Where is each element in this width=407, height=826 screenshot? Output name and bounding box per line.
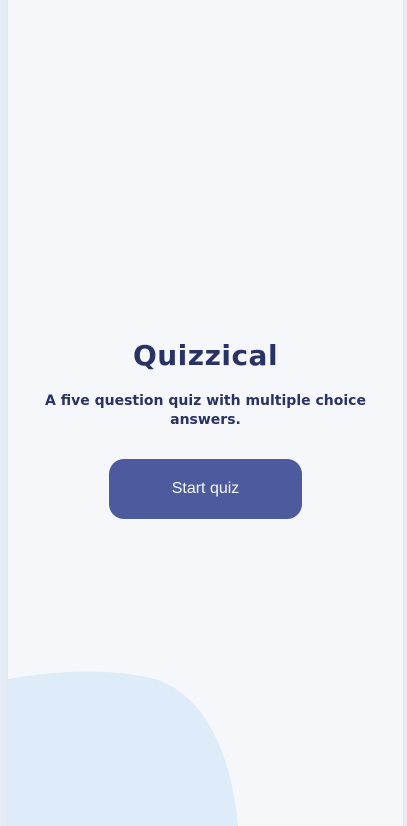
page-title: Quizzical <box>132 339 279 372</box>
page-subtitle: A five question quiz with multiple choic… <box>45 393 366 428</box>
start-quiz-button[interactable]: Start quiz <box>109 459 302 519</box>
quiz-start-screen: Quizzical A five question quiz with mult… <box>8 0 403 826</box>
